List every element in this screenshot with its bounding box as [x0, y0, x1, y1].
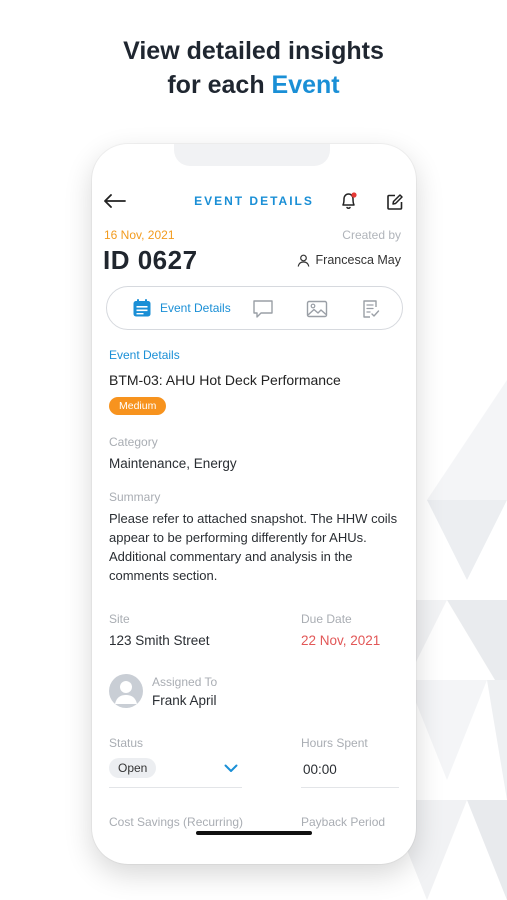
status-dropdown-button[interactable] [222, 761, 240, 775]
category-label: Category [109, 435, 158, 449]
hours-spent-label: Hours Spent [301, 736, 368, 750]
section-label-event-details: Event Details [109, 348, 180, 362]
edit-button[interactable] [384, 191, 406, 213]
category-value: Maintenance, Energy [109, 456, 237, 471]
tab-event-details[interactable]: Event Details [132, 298, 231, 318]
calendar-icon [133, 299, 151, 317]
status-value: Open [109, 758, 157, 778]
promo-line-2: for each Event [0, 68, 507, 102]
event-date: 16 Nov, 2021 [104, 228, 175, 242]
comment-icon [253, 300, 273, 318]
promo-headline: View detailed insights for each Event [0, 34, 507, 102]
phone-notch [174, 144, 330, 166]
promo-line-2-accent: Event [271, 71, 340, 99]
tab-images[interactable] [305, 298, 329, 320]
created-by-label: Created by [342, 228, 401, 242]
summary-text: Please refer to attached snapshot. The H… [109, 511, 398, 583]
due-date-label: Due Date [301, 612, 352, 626]
cost-savings-label: Cost Savings (Recurring) [109, 815, 244, 829]
tab-checklist[interactable] [359, 298, 383, 320]
notifications-button[interactable] [338, 190, 360, 212]
hours-underline [301, 787, 399, 788]
event-id: ID 0627 [103, 245, 198, 275]
status-label: Status [109, 736, 144, 750]
edit-icon [387, 194, 403, 210]
page-title: EVENT DETAILS [194, 194, 314, 208]
tab-event-details-label: Event Details [160, 301, 231, 315]
assigned-label: Assigned To [152, 675, 218, 689]
promo-line-1: View detailed insights [123, 37, 384, 65]
event-name: BTM-03: AHU Hot Deck Performance [109, 372, 341, 388]
checklist-icon [363, 300, 380, 318]
site-value: 123 Smith Street [109, 633, 210, 648]
hours-spent-input[interactable]: 00:00 [303, 762, 337, 777]
image-icon [306, 300, 328, 318]
due-date-value: 22 Nov, 2021 [301, 633, 381, 648]
avatar [109, 674, 143, 708]
status-underline [109, 787, 242, 788]
user-icon [297, 254, 309, 267]
summary-label: Summary [109, 490, 161, 504]
tab-comments[interactable] [251, 298, 275, 320]
priority-badge: Medium [109, 397, 167, 415]
details-tab-bar: Event Details [106, 286, 403, 330]
payback-period-label: Payback Period [301, 815, 386, 829]
promo-line-2-prefix: for each [167, 71, 272, 99]
bell-alert-icon [342, 192, 357, 209]
home-indicator [196, 831, 312, 835]
chevron-down-icon [224, 764, 238, 772]
creator-name: Francesca May [315, 253, 401, 267]
creator: Francesca May [297, 253, 401, 267]
site-label: Site [109, 612, 130, 626]
assigned-value: Frank April [152, 693, 217, 708]
phone-frame: EVENT DETAILS 16 Nov, 2021 Created by ID… [92, 144, 416, 864]
avatar-placeholder-icon [115, 681, 137, 704]
